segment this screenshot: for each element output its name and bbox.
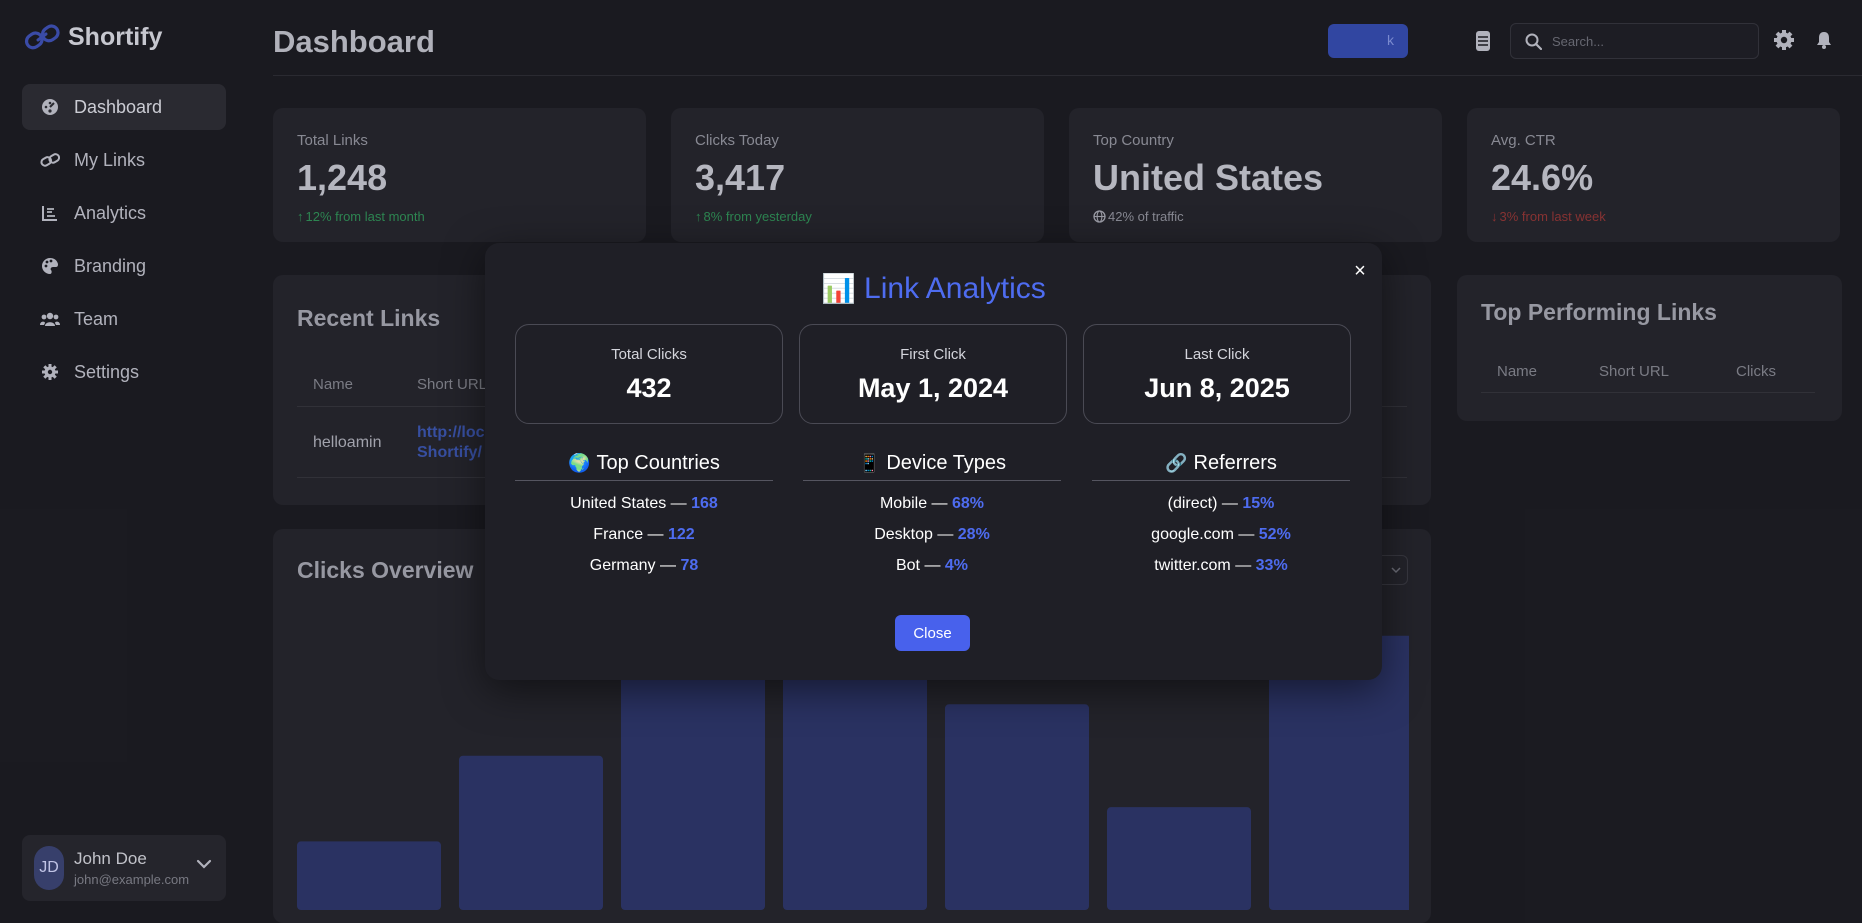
item-name: (direct) xyxy=(1167,495,1218,512)
modal-title: 📊 Link Analytics xyxy=(485,272,1382,306)
item-value: 15% xyxy=(1242,495,1275,512)
breakdown-referrers: 🔗 Referrers (direct) — 15% google.com — 5… xyxy=(1092,452,1350,587)
metric-value: 432 xyxy=(626,373,672,403)
list-item: Bot — 4% xyxy=(895,557,969,574)
item-name: United States xyxy=(570,495,667,512)
list-item: (direct) — 15% xyxy=(1167,495,1275,512)
item-name: Desktop xyxy=(874,526,933,543)
breakdown-device-types: 📱 Device Types Mobile — 68% Desktop — 28%… xyxy=(803,452,1061,587)
item-name: Bot xyxy=(895,557,920,574)
item-value: 68% xyxy=(952,495,985,512)
item-name: Mobile xyxy=(879,495,928,512)
list-item: Mobile — 68% xyxy=(879,495,985,512)
breakdown-list: United States — 168 France — 122 Germany… xyxy=(515,494,773,587)
breakdown-list: (direct) — 15% google.com — 52% twitter.… xyxy=(1092,494,1350,587)
metric-first-click: First Click May 1, 2024 xyxy=(799,324,1067,424)
list-item: Germany — 78 xyxy=(589,557,699,574)
item-name: France xyxy=(593,526,644,543)
bar-chart-icon: 📊 xyxy=(821,273,857,304)
breakdown-title: 📱 Device Types xyxy=(803,452,1061,481)
close-button[interactable]: Close xyxy=(895,615,970,651)
breakdown-list: Mobile — 68% Desktop — 28% Bot — 4% xyxy=(803,494,1061,587)
list-item: twitter.com — 33% xyxy=(1154,557,1288,574)
metric-label: Total Clicks xyxy=(611,346,687,363)
link-icon: 🔗 xyxy=(1165,453,1188,473)
mobile-phone-icon: 📱 xyxy=(857,453,881,473)
metric-value: Jun 8, 2025 xyxy=(1144,373,1290,403)
metric-label: First Click xyxy=(900,346,966,363)
item-name: google.com xyxy=(1151,526,1234,543)
item-name: twitter.com xyxy=(1154,557,1231,574)
modal-title-text: Link Analytics xyxy=(864,272,1046,305)
item-value: 168 xyxy=(691,495,718,512)
metric-total-clicks: Total Clicks 432 xyxy=(515,324,783,424)
item-value: 28% xyxy=(957,526,990,543)
list-item: France — 122 xyxy=(593,526,695,543)
breakdown-title: 🔗 Referrers xyxy=(1092,452,1350,481)
metric-value: May 1, 2024 xyxy=(857,373,1009,403)
breakdown-top-countries: 🌍 Top Countries United States — 168 Franc… xyxy=(515,452,773,587)
metric-last-click: Last Click Jun 8, 2025 xyxy=(1083,324,1351,424)
item-value: 52% xyxy=(1258,526,1291,543)
list-item: Desktop — 28% xyxy=(874,526,990,543)
breakdown-title: 🌍 Top Countries xyxy=(515,452,773,481)
item-value: 4% xyxy=(944,557,969,574)
item-value: 78 xyxy=(680,557,699,574)
list-item: United States — 168 xyxy=(570,495,718,512)
list-item: google.com — 52% xyxy=(1151,526,1291,543)
breakdown-title-text: Device Types xyxy=(886,452,1007,474)
breakdown-title-text: Referrers xyxy=(1193,452,1277,474)
breakdown-title-text: Top Countries xyxy=(596,452,720,474)
globe-icon: 🌍 xyxy=(568,453,591,473)
item-name: Germany xyxy=(589,557,656,574)
item-value: 33% xyxy=(1255,557,1288,574)
item-value: 122 xyxy=(667,526,695,543)
metric-label: Last Click xyxy=(1184,346,1250,363)
